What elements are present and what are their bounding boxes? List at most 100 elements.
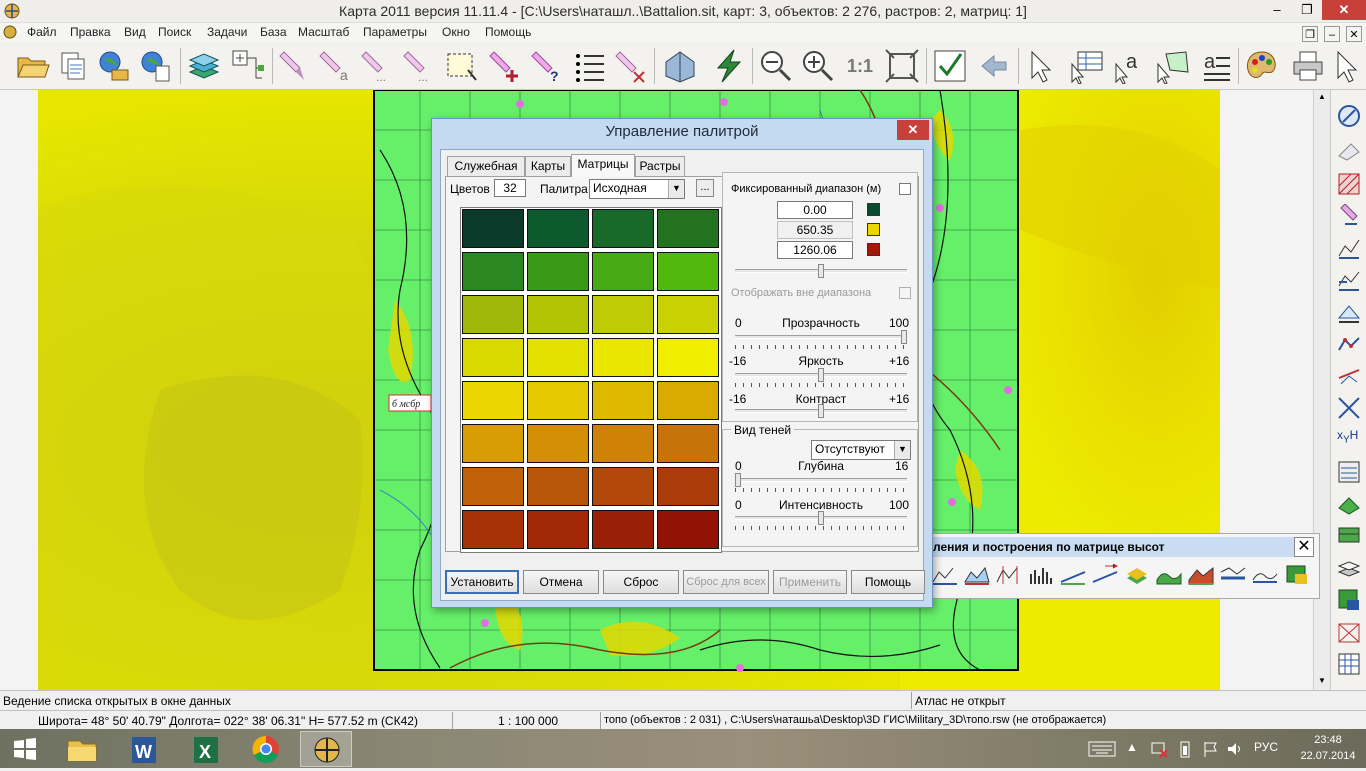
pen-tool-icon[interactable]	[1337, 204, 1361, 228]
palette-swatch[interactable]	[527, 467, 589, 506]
range-max-field[interactable]: 1260.06	[777, 241, 853, 259]
text-select-icon[interactable]: a	[1112, 48, 1148, 84]
menu-database[interactable]: База	[260, 25, 287, 39]
brightness-thumb[interactable]	[818, 368, 824, 382]
section-line-icon[interactable]	[1337, 364, 1361, 388]
start-windows-icon[interactable]	[0, 731, 50, 767]
chevron-down-icon[interactable]: ▼	[668, 180, 684, 198]
palette-swatch[interactable]	[592, 467, 654, 506]
palette-swatch[interactable]	[657, 510, 719, 549]
bar-profile-icon[interactable]	[1027, 564, 1055, 586]
intensity-thumb[interactable]	[818, 511, 824, 525]
range-mid-swatch[interactable]	[867, 223, 880, 236]
battery-icon[interactable]	[1178, 740, 1192, 758]
palette-swatch[interactable]	[592, 381, 654, 420]
depth-track[interactable]	[735, 478, 907, 482]
pen-text-icon[interactable]: a	[316, 48, 352, 84]
printer-icon[interactable]	[1290, 48, 1326, 84]
palette-swatch[interactable]	[657, 209, 719, 248]
select-region-icon[interactable]	[444, 48, 480, 84]
cross-measure-icon[interactable]	[1337, 396, 1361, 420]
measure-icon[interactable]	[1337, 138, 1361, 162]
table-select-icon[interactable]	[1068, 48, 1104, 84]
palette-swatch[interactable]	[592, 424, 654, 463]
3d-view-icon[interactable]	[662, 48, 698, 84]
menu-tasks[interactable]: Задачи	[207, 25, 247, 39]
surface-icon[interactable]	[1337, 300, 1361, 324]
menu-help[interactable]: Помощь	[485, 25, 531, 39]
maximize-button[interactable]: ❐	[1292, 0, 1322, 20]
xyh-coords-icon[interactable]: xYH	[1337, 428, 1361, 452]
flag-icon[interactable]	[1202, 740, 1220, 758]
menu-parameters[interactable]: Параметры	[363, 25, 427, 39]
palette-swatch[interactable]	[592, 338, 654, 377]
pen-edit-icon[interactable]	[274, 48, 310, 84]
terrain-3d-icon[interactable]	[1337, 492, 1361, 516]
layers-icon[interactable]	[186, 48, 222, 84]
text-list-icon[interactable]: a	[1196, 48, 1232, 84]
vertical-scrollbar[interactable]: ▲ ▼	[1313, 90, 1330, 690]
pen-add-icon[interactable]	[486, 48, 522, 84]
lightning-icon[interactable]	[710, 48, 746, 84]
tab-rasters[interactable]: Растры	[635, 156, 685, 176]
transparency-thumb[interactable]	[901, 330, 907, 344]
scroll-up-icon[interactable]: ▲	[1316, 92, 1328, 102]
tab-maps[interactable]: Карты	[525, 156, 571, 176]
palette-swatch[interactable]	[592, 252, 654, 291]
install-button[interactable]: Установить	[445, 570, 519, 594]
zoom-out-icon[interactable]	[758, 48, 794, 84]
calculator-icon[interactable]	[1337, 460, 1361, 484]
palette-icon[interactable]	[1244, 48, 1280, 84]
clock[interactable]: 23:48 22.07.2014	[1296, 732, 1360, 764]
grid-table-icon[interactable]	[1337, 652, 1361, 676]
excel-icon[interactable]: X	[180, 731, 232, 767]
profile-area-icon[interactable]	[963, 564, 991, 586]
palette-swatch[interactable]	[527, 295, 589, 334]
range-slider-thumb[interactable]	[818, 264, 824, 278]
zoom-in-icon[interactable]	[800, 48, 836, 84]
check-icon[interactable]	[932, 48, 968, 84]
contrast-thumb[interactable]	[818, 404, 824, 418]
network-disconnected-icon[interactable]	[1150, 740, 1168, 758]
palette-swatch[interactable]	[527, 510, 589, 549]
range-min-swatch[interactable]	[867, 203, 880, 216]
tab-service[interactable]: Служебная	[447, 156, 525, 176]
globe-document-icon[interactable]	[138, 48, 174, 84]
dialog-close-button[interactable]: ✕	[897, 120, 929, 140]
range-min-field[interactable]: 0.00	[777, 201, 853, 219]
hatch-area-icon[interactable]	[1337, 172, 1361, 196]
file-explorer-icon[interactable]	[56, 731, 108, 767]
map-layers-icon[interactable]	[1337, 524, 1361, 548]
palette-swatch[interactable]	[657, 338, 719, 377]
menu-search[interactable]: Поиск	[158, 25, 191, 39]
map-export-panel-icon[interactable]	[1283, 564, 1311, 586]
palette-swatch[interactable]	[657, 381, 719, 420]
open-documents-icon[interactable]	[56, 48, 92, 84]
palette-select[interactable]: Исходная ▼	[589, 179, 685, 199]
range-max-swatch[interactable]	[867, 243, 880, 256]
pointer-icon[interactable]	[1022, 48, 1058, 84]
menu-file[interactable]: Файл	[27, 25, 57, 39]
tab-matrices[interactable]: Матрицы	[571, 154, 635, 177]
pen-query-icon[interactable]: ?	[528, 48, 564, 84]
palette-more-button[interactable]: ...	[696, 179, 714, 197]
menu-window[interactable]: Окно	[442, 25, 470, 39]
palette-swatch[interactable]	[462, 338, 524, 377]
profile-chart-icon[interactable]	[1337, 236, 1361, 260]
map2011-task-button[interactable]	[300, 731, 352, 767]
chevron-down-icon[interactable]: ▼	[894, 441, 910, 459]
level-cut-icon[interactable]	[1251, 564, 1279, 586]
back-arrow-icon[interactable]	[976, 48, 1012, 84]
profile-marks-icon[interactable]	[995, 564, 1023, 586]
palette-swatch[interactable]	[592, 209, 654, 248]
globe-open-icon[interactable]	[96, 48, 132, 84]
pen-dots-alt-icon[interactable]: ...	[400, 48, 436, 84]
palette-swatch[interactable]	[592, 510, 654, 549]
palette-swatch[interactable]	[462, 209, 524, 248]
palette-swatch[interactable]	[657, 467, 719, 506]
close-window-button[interactable]: ✕	[1322, 0, 1366, 20]
palette-swatch[interactable]	[462, 467, 524, 506]
help-button[interactable]: Помощь	[851, 570, 925, 594]
profile-multi-icon[interactable]	[1337, 268, 1361, 292]
palette-swatch[interactable]	[462, 424, 524, 463]
